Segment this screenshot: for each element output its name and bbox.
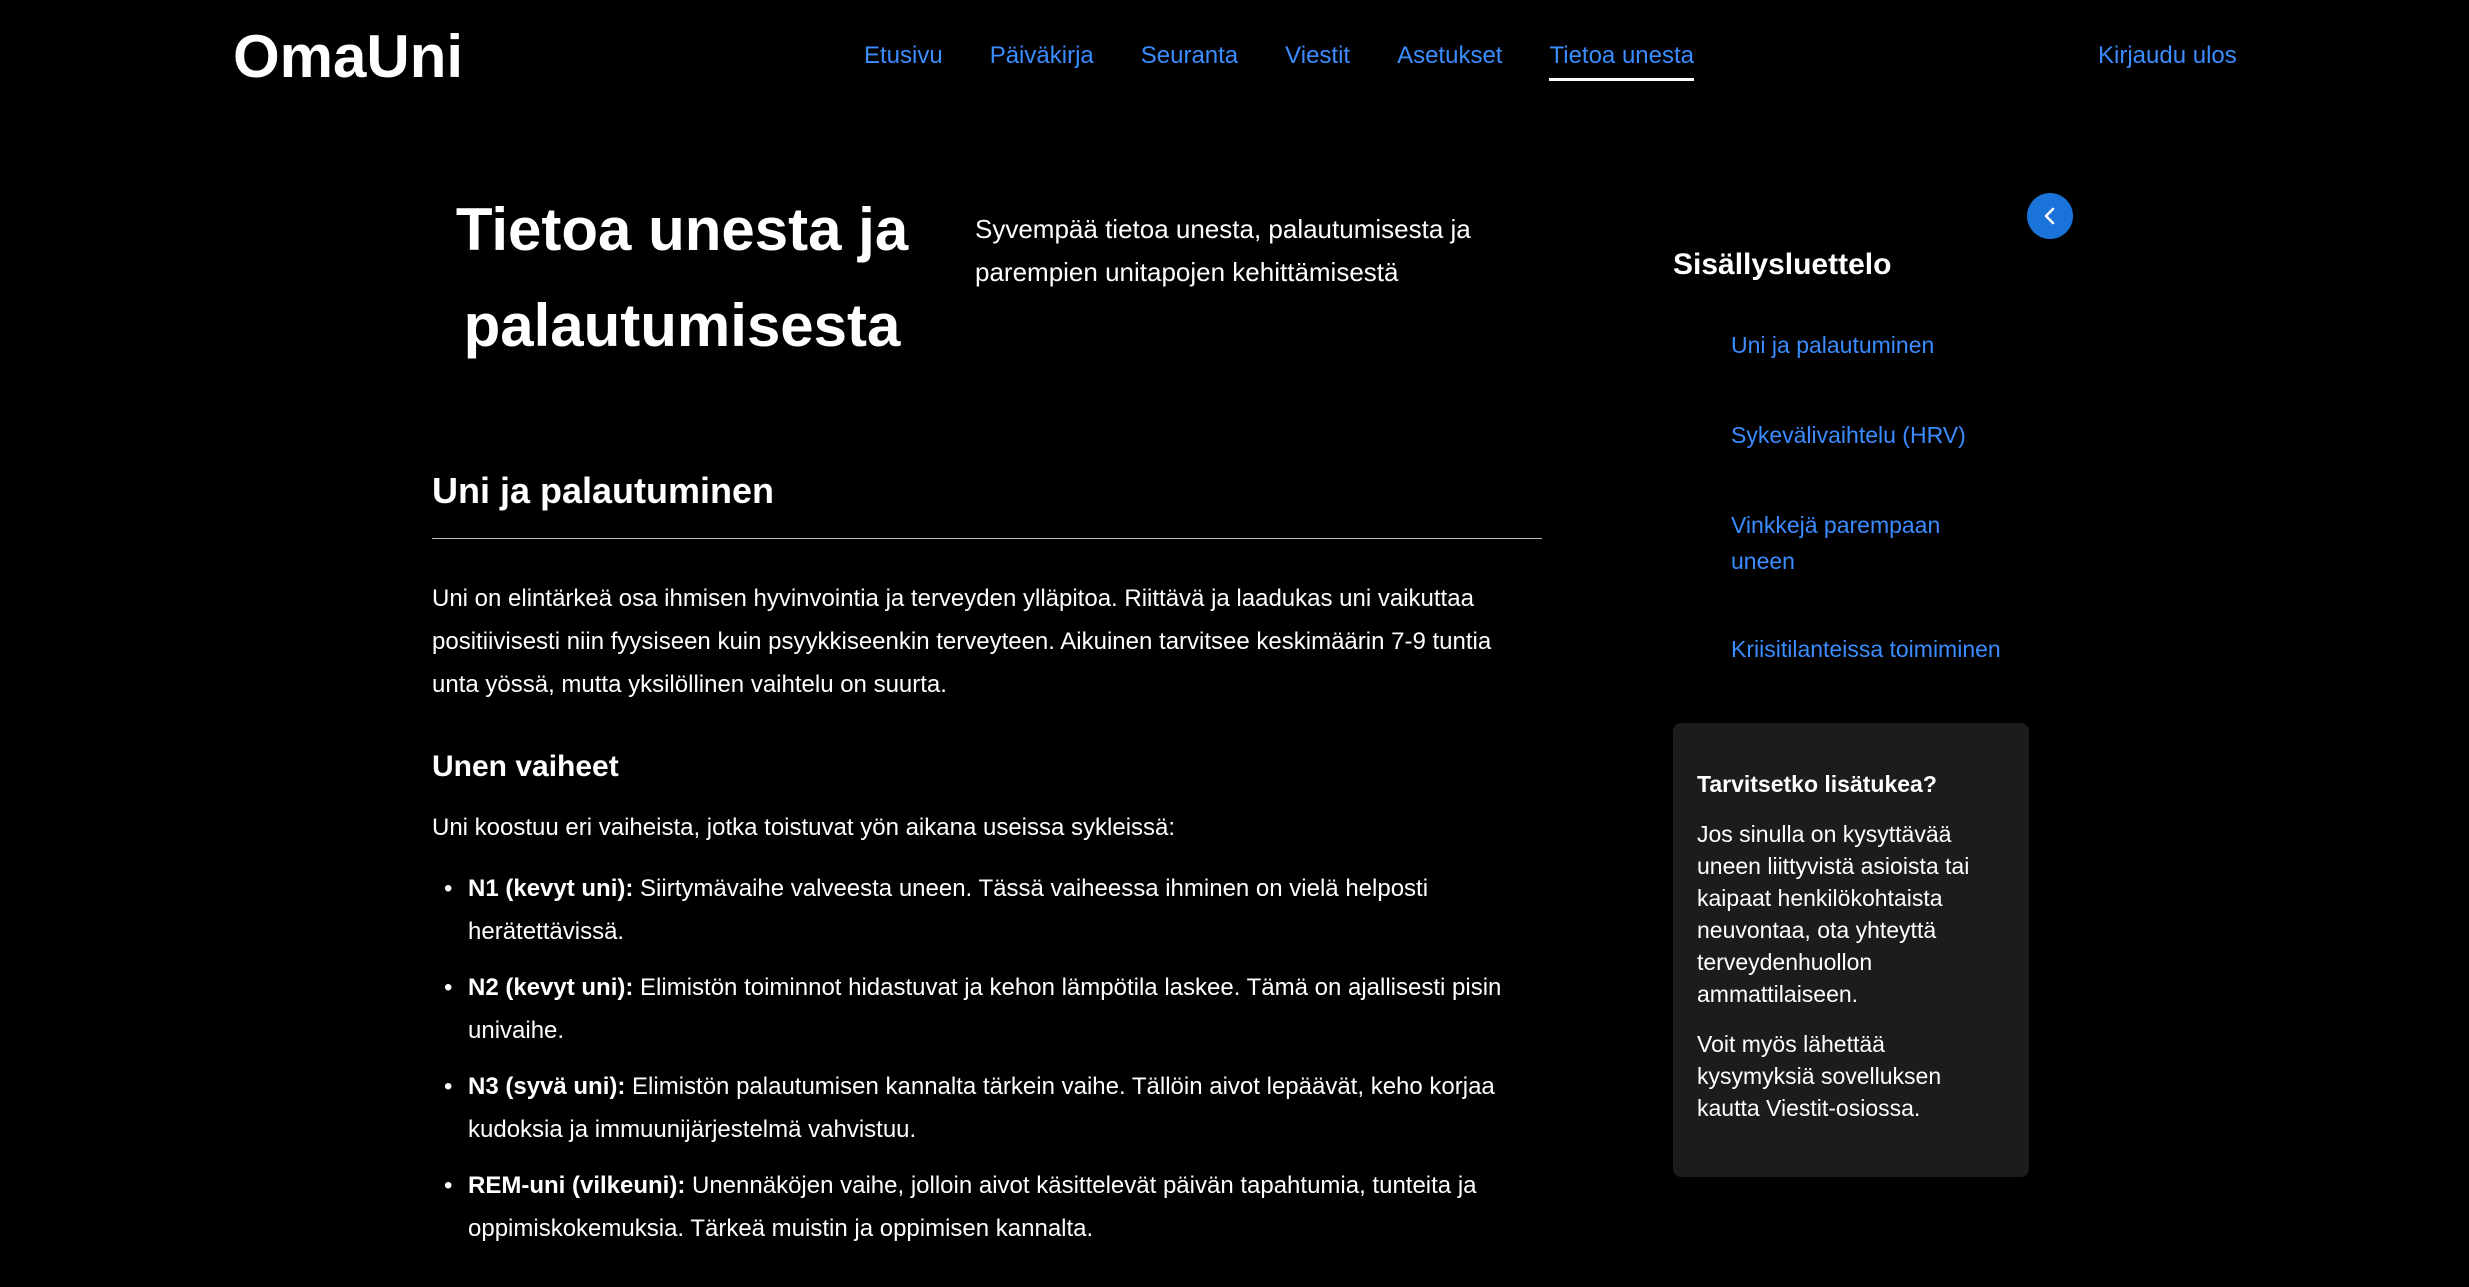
main-nav: Etusivu Päiväkirja Seuranta Viestit Aset… <box>864 42 1741 81</box>
main-content: Uni ja palautuminen Uni on elintärkeä os… <box>432 470 1542 1263</box>
bullet-icon: • <box>444 1172 453 1199</box>
nav-link-seuranta[interactable]: Seuranta <box>1141 42 1238 81</box>
help-text: Jos sinulla on kysyttävää uneen liittyvi… <box>1697 821 1970 1007</box>
intro-paragraph: Uni on elintärkeä osa ihmisen hyvinvoint… <box>432 585 1492 698</box>
phase-term: N2 (kevyt uni): <box>468 974 634 1001</box>
phase-term: N3 (syvä uni): <box>468 1073 626 1100</box>
help-text-secondary: Voit myös lähettää kysymyksiä sovellukse… <box>1697 1031 1942 1121</box>
top-navigation-bar: OmaUni Etusivu Päiväkirja Seuranta Viest… <box>0 0 2469 115</box>
chevron-left-icon <box>2044 207 2055 225</box>
subsection-title: Unen vaiheet <box>432 750 619 783</box>
list-item: • N2 (kevyt uni): Elimistön toiminnot hid… <box>432 966 1542 1052</box>
page-subtitle: Syvempää tietoa unesta, palautumisesta j… <box>975 214 1471 287</box>
toc-item-hrv[interactable]: Sykevälivaihtelu (HRV) <box>1731 417 1966 453</box>
logout-link[interactable]: Kirjaudu ulos <box>2098 42 2237 70</box>
page-title: Tietoa unesta ja palautumisesta <box>455 196 909 359</box>
toc-item-kriisitilanteet[interactable]: Kriisitilanteissa toimiminen <box>1731 631 2001 667</box>
help-panel: Tarvitsetko lisätukea? Jos sinulla on ky… <box>1673 723 2029 1177</box>
help-title: Tarvitsetko lisätukea? <box>1697 771 1937 797</box>
nav-link-asetukset[interactable]: Asetukset <box>1397 42 1502 81</box>
nav-link-viestit[interactable]: Viestit <box>1285 42 1350 81</box>
list-item: • N3 (syvä uni): Elimistön palautumisen k… <box>432 1065 1542 1151</box>
nav-link-etusivu[interactable]: Etusivu <box>864 42 943 81</box>
list-item: • REM-uni (vilkeuni): Unennäköjen vaihe, … <box>432 1164 1542 1250</box>
bullet-icon: • <box>444 974 453 1001</box>
collapse-sidebar-button[interactable] <box>2027 193 2073 239</box>
nav-link-tietoa-unesta[interactable]: Tietoa unesta <box>1549 42 1695 81</box>
toc-title: Sisällysluettelo <box>1673 248 1892 281</box>
app-logo[interactable]: OmaUni <box>233 22 463 91</box>
phase-term: N1 (kevyt uni): <box>468 875 634 902</box>
phases-intro: Uni koostuu eri vaiheista, jotka toistuv… <box>432 814 1176 841</box>
toc-item-vinkkeja[interactable]: Vinkkejä parempaan uneen <box>1731 507 1961 579</box>
toc-item-uni-ja-palautuminen[interactable]: Uni ja palautuminen <box>1731 327 1934 363</box>
nav-link-paivakirja[interactable]: Päiväkirja <box>990 42 1094 81</box>
bullet-icon: • <box>444 875 453 902</box>
table-of-contents: Sisällysluettelo <box>1673 248 2033 282</box>
phase-term: REM-uni (vilkeuni): <box>468 1172 686 1199</box>
list-item: • N1 (kevyt uni): Siirtymävaihe valveesta… <box>432 867 1542 953</box>
sleep-phases-list: • N1 (kevyt uni): Siirtymävaihe valveesta… <box>432 867 1542 1250</box>
section-title: Uni ja palautuminen <box>432 470 1542 539</box>
bullet-icon: • <box>444 1073 453 1100</box>
